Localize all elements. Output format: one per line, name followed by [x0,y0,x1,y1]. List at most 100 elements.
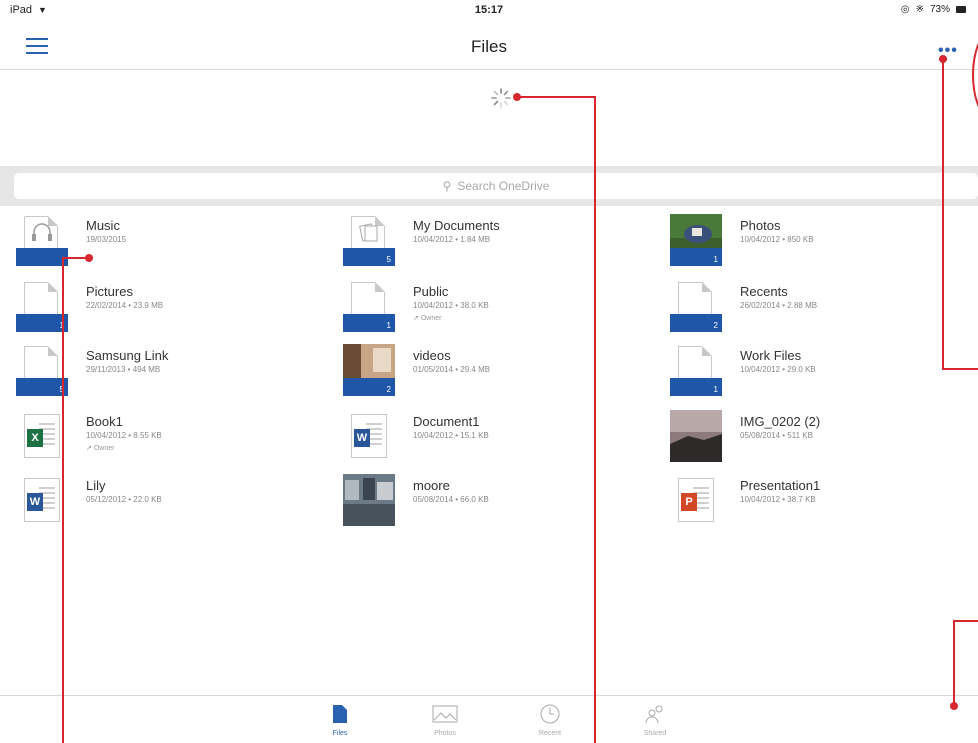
tab-label: Photos [434,730,456,737]
file-item-public[interactable]: 1 Public 10/04/2012 • 38.0 KB ↗ Owner [343,280,643,338]
bluetooth-icon: ※ [915,4,924,15]
word-badge: W [27,493,43,511]
file-details: 10/04/2012 • 38.7 KB [740,495,816,504]
item-count: 1 [713,255,718,264]
file-details: 22/02/2014 • 23.9 MB [86,301,164,310]
tab-photos[interactable]: Photos [415,702,475,737]
word-badge: W [354,429,370,447]
item-count: 2 [713,321,718,330]
annotation-line [62,257,64,743]
image-thumbnail [670,410,722,462]
file-item-moore[interactable]: moore 05/08/2014 • 66.0 KB [343,474,643,532]
annotation-line [62,257,88,259]
file-name: My Documents [413,218,500,233]
file-item-videos[interactable]: 2 videos 01/05/2014 • 29.4 MB [343,344,643,402]
folder-icon: 1 [343,280,395,332]
excel-file-icon: X [24,414,60,458]
powerpoint-file-icon: P [678,478,714,522]
item-count: 1 [386,321,391,330]
folder-icon: 1 [16,280,68,332]
item-count: 5 [386,255,391,264]
file-item-my-documents[interactable]: 5 My Documents 10/04/2012 • 1.84 MB [343,214,643,272]
file-item-pictures[interactable]: 1 Pictures 22/02/2014 • 23.9 MB [16,280,316,338]
file-name: Presentation1 [740,478,821,493]
annotation-line [953,620,955,706]
excel-badge: X [27,429,43,447]
lock-rotation-icon: ◎ [900,4,910,15]
file-item-photos[interactable]: 1 Photos 10/04/2012 • 850 KB [670,214,970,272]
item-count: 2 [386,385,391,394]
documents-icon [359,223,378,242]
tab-label: Files [332,730,348,737]
owner-icon: ↗ [86,445,92,452]
word-file-icon: W [24,478,60,522]
tab-shared[interactable]: Shared [625,702,685,737]
folder-icon: 2 [670,280,722,332]
file-name: Work Files [740,348,802,363]
file-details: 10/04/2012 • 8.55 KB [86,431,162,440]
folder-icon: 5 [343,214,395,266]
navigation-bar: Files ••• [0,22,978,70]
search-icon: ⚲ [442,179,452,193]
powerpoint-badge: P [681,493,697,511]
file-item-img-0202[interactable]: IMG_0202 (2) 05/08/2014 • 511 KB [670,410,970,468]
file-details: 19/03/2015 [86,235,127,244]
status-bar: iPad ▼ 15:17 ◎ ※ 73% [0,0,978,22]
file-name: moore [413,478,450,493]
folder-icon [16,214,68,266]
annotation-line [517,96,596,98]
annotation-line [942,59,944,370]
file-details: 26/02/2014 • 2.88 MB [740,301,818,310]
file-item-presentation1[interactable]: P Presentation1 10/04/2012 • 38.7 KB [670,474,970,532]
files-icon [333,705,347,723]
owner-label: Owner [420,315,442,322]
file-name: Photos [740,218,781,233]
word-file-icon: W [351,414,387,458]
file-details: 10/04/2012 • 850 KB [740,235,814,244]
annotation-line [942,368,978,370]
search-input[interactable]: ⚲ Search OneDrive [14,173,978,199]
file-name: Music [86,218,120,233]
tab-label: Recent [538,730,562,737]
photo-folder-icon: 2 [343,344,395,396]
file-details: 10/04/2012 • 38.0 KB [413,301,489,310]
clock: 15:17 [474,4,504,16]
file-item-samsung-link[interactable]: 5 Samsung Link 29/11/2013 • 494 MB [16,344,316,402]
search-placeholder: Search OneDrive [457,179,550,193]
file-details: 05/08/2014 • 66.0 KB [413,495,489,504]
page-title: Files [471,37,507,56]
owner-label: Owner [93,445,115,452]
tab-bar: Files Photos Recent Shared [0,695,978,743]
battery-percent: 73% [929,4,950,15]
file-name: Book1 [86,414,123,429]
loading-spinner-icon [491,88,511,108]
file-details: 10/04/2012 • 1.84 MB [413,235,491,244]
tab-recent[interactable]: Recent [520,702,580,737]
file-item-music[interactable]: Music 19/03/2015 [16,214,316,272]
file-name: Public [413,284,449,299]
refresh-area [0,71,978,166]
file-name: videos [413,348,451,363]
file-item-document1[interactable]: W Document1 10/04/2012 • 15.1 KB [343,410,643,468]
file-item-book1[interactable]: X Book1 10/04/2012 • 8.55 KB ↗ Owner [16,410,316,468]
file-item-work-files[interactable]: 1 Work Files 10/04/2012 • 29.0 KB [670,344,970,402]
search-bar: ⚲ Search OneDrive [0,166,978,206]
owner-icon: ↗ [413,315,419,322]
folder-icon: 5 [16,344,68,396]
file-name: Lily [86,478,106,493]
file-name: Samsung Link [86,348,169,363]
battery-icon [956,6,966,13]
file-item-lily[interactable]: W Lily 05/12/2012 • 22.0 KB [16,474,316,532]
tab-files[interactable]: Files [310,702,370,737]
file-details: 01/05/2014 • 29.4 MB [413,365,491,374]
shared-people-icon [645,705,663,724]
image-thumbnail [343,474,395,526]
photos-icon [432,705,458,723]
annotation-line [594,96,596,743]
file-name: Pictures [86,284,133,299]
annotation-line [953,620,978,622]
file-item-recents[interactable]: 2 Recents 26/02/2014 • 2.88 MB [670,280,970,338]
photo-folder-icon: 1 [670,214,722,266]
folder-icon: 1 [670,344,722,396]
onedrive-ipad-screen: iPad ▼ 15:17 ◎ ※ 73% Files ••• ⚲ Search … [0,0,978,743]
